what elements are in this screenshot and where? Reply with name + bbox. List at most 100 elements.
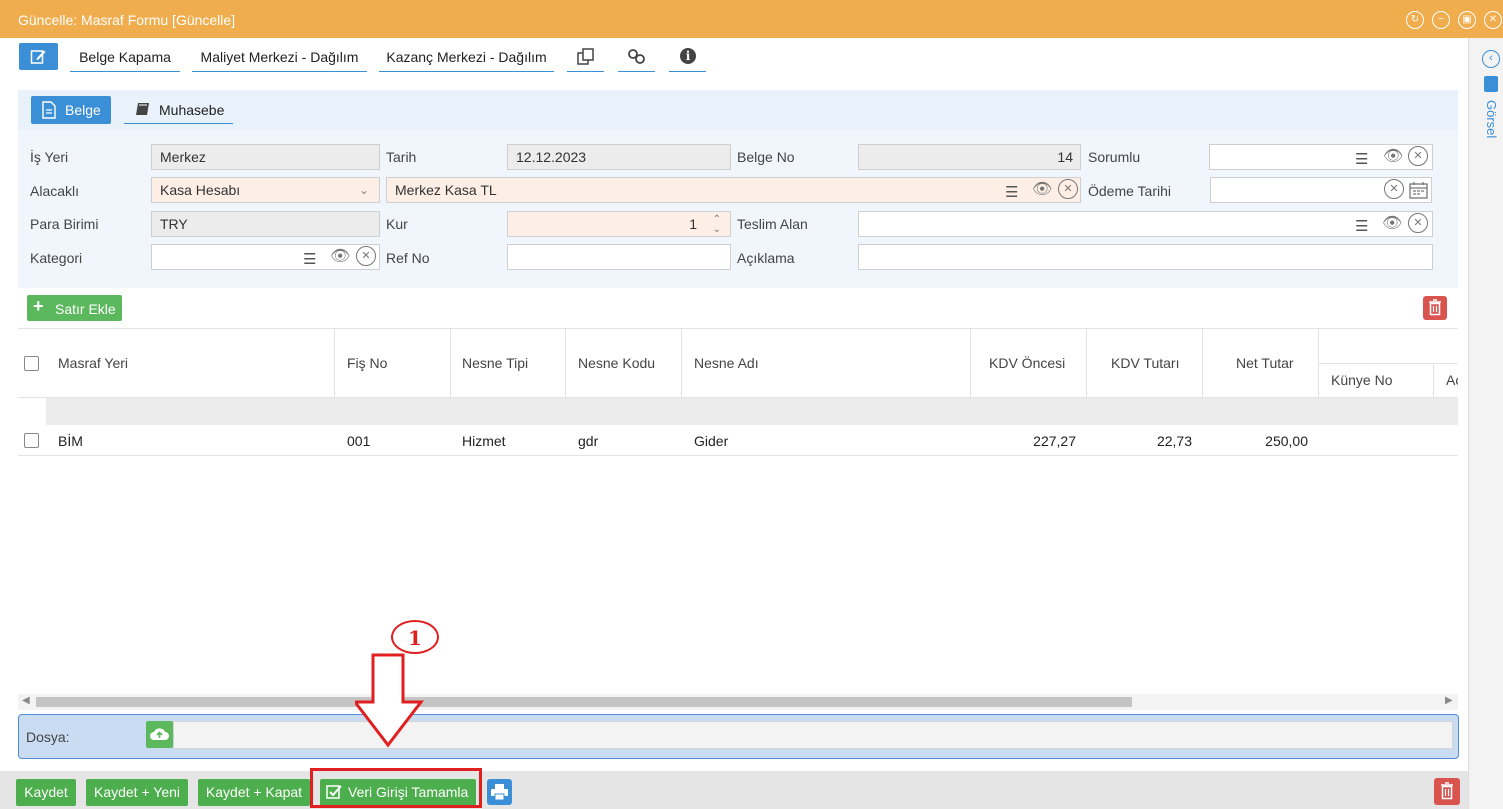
copy-button[interactable] bbox=[567, 42, 604, 72]
clear-icon[interactable]: ✕ bbox=[1058, 179, 1078, 199]
col-kunye-no[interactable]: Künye No bbox=[1331, 372, 1392, 388]
dosya-label: Dosya: bbox=[26, 729, 70, 745]
edit-button[interactable] bbox=[19, 43, 58, 70]
document-icon bbox=[42, 101, 56, 119]
odeme-tarihi-label: Ödeme Tarihi bbox=[1088, 183, 1172, 199]
delete-rows-button[interactable] bbox=[1423, 296, 1447, 320]
teslim-alan-field[interactable]: ☰ 👁 ✕ bbox=[858, 211, 1433, 237]
save-button[interactable]: Kaydet bbox=[16, 779, 76, 806]
scroll-left-icon[interactable]: ◀ bbox=[22, 695, 30, 706]
window-titlebar: Güncelle: Masraf Formu [Güncelle] ↻ − ▣ … bbox=[0, 0, 1503, 38]
eye-icon[interactable]: 👁 bbox=[1032, 178, 1052, 202]
eye-icon[interactable]: 👁 bbox=[330, 245, 350, 269]
teslim-alan-label: Teslim Alan bbox=[737, 216, 808, 232]
eye-icon[interactable]: 👁 bbox=[1382, 212, 1402, 236]
info-button[interactable]: i bbox=[669, 42, 706, 72]
is-yeri-field[interactable]: Merkez bbox=[151, 144, 380, 170]
alacakli-hesap-value: Merkez Kasa TL bbox=[395, 182, 497, 198]
chevron-down-icon[interactable]: ⌄ bbox=[359, 178, 369, 202]
cell-fis-no: 001 bbox=[347, 433, 371, 449]
minimize-icon[interactable]: − bbox=[1432, 11, 1450, 29]
maliyet-merkezi-button[interactable]: Maliyet Merkezi - Dağılım bbox=[192, 42, 367, 72]
tab-muhasebe[interactable]: Muhasebe bbox=[124, 96, 233, 124]
col-nesne-tipi[interactable]: Nesne Tipi bbox=[462, 355, 528, 371]
tab-muhasebe-label: Muhasebe bbox=[159, 102, 225, 118]
collapse-left-icon[interactable]: ‹ bbox=[1482, 50, 1500, 68]
sorumlu-field[interactable]: ☰ 👁 ✕ bbox=[1209, 144, 1433, 170]
image-icon[interactable] bbox=[1484, 76, 1498, 92]
tab-belge[interactable]: Belge bbox=[31, 96, 111, 124]
kategori-field[interactable]: ☰ 👁 ✕ bbox=[151, 244, 380, 270]
alacakli-hesap-field[interactable]: Merkez Kasa TL ☰ 👁 ✕ bbox=[386, 177, 1081, 203]
row-checkbox[interactable] bbox=[24, 433, 39, 448]
para-birimi-label: Para Birimi bbox=[30, 216, 99, 232]
col-masraf-yeri[interactable]: Masraf Yeri bbox=[58, 355, 128, 371]
aciklama-field[interactable] bbox=[858, 244, 1433, 270]
restore-icon[interactable]: ▣ bbox=[1458, 11, 1476, 29]
col-nesne-kodu[interactable]: Nesne Kodu bbox=[578, 355, 655, 371]
trash-icon bbox=[1441, 782, 1453, 800]
odeme-tarihi-field[interactable]: ✕ bbox=[1210, 177, 1432, 203]
save-new-button[interactable]: Kaydet + Yeni bbox=[86, 779, 188, 806]
col-nesne-adi[interactable]: Nesne Adı bbox=[694, 355, 759, 371]
alacakli-label: Alacaklı bbox=[30, 183, 80, 199]
annotation-number: 1 bbox=[408, 626, 422, 650]
clear-icon[interactable]: ✕ bbox=[1408, 146, 1428, 166]
info-icon: i bbox=[680, 48, 696, 64]
belge-no-field[interactable]: 14 bbox=[858, 144, 1081, 170]
add-row-button[interactable]: + Satır Ekle bbox=[27, 295, 122, 321]
alacakli-value: Kasa Hesabı bbox=[160, 182, 241, 198]
clear-icon[interactable]: ✕ bbox=[1384, 179, 1404, 199]
trash-icon bbox=[1429, 299, 1441, 316]
col-ac[interactable]: Ac bbox=[1446, 372, 1458, 388]
kazanc-merkezi-button[interactable]: Kazanç Merkezi - Dağılım bbox=[379, 42, 554, 72]
annotation-arrow bbox=[355, 653, 425, 748]
tab-bar bbox=[18, 90, 1458, 130]
filter-row[interactable] bbox=[46, 398, 1458, 425]
window-title: Güncelle: Masraf Formu [Güncelle] bbox=[18, 12, 236, 28]
plus-icon: + bbox=[33, 296, 44, 316]
alacakli-select[interactable]: Kasa Hesabı ⌄ bbox=[151, 177, 380, 203]
link-button[interactable] bbox=[618, 42, 655, 72]
eye-icon[interactable]: 👁 bbox=[1383, 145, 1403, 169]
calendar-icon[interactable] bbox=[1409, 181, 1428, 199]
tarih-field[interactable]: 12.12.2023 bbox=[507, 144, 731, 170]
col-fis-no[interactable]: Fiş No bbox=[347, 355, 387, 371]
kur-label: Kur bbox=[386, 216, 408, 232]
edit-icon bbox=[30, 50, 46, 64]
clear-icon[interactable]: ✕ bbox=[356, 246, 376, 266]
kategori-label: Kategori bbox=[30, 250, 83, 266]
link-icon bbox=[628, 49, 645, 64]
group-divider bbox=[1319, 363, 1458, 364]
col-kdv-oncesi[interactable]: KDV Öncesi bbox=[989, 355, 1065, 371]
print-button[interactable] bbox=[487, 779, 512, 805]
col-net-tutar[interactable]: Net Tutar bbox=[1236, 355, 1294, 371]
col-kdv-tutari[interactable]: KDV Tutarı bbox=[1111, 355, 1179, 371]
refresh-icon[interactable]: ↻ bbox=[1406, 11, 1424, 29]
close-icon[interactable]: ✕ bbox=[1484, 11, 1502, 29]
select-all-checkbox[interactable] bbox=[24, 356, 39, 371]
list-icon[interactable]: ☰ bbox=[303, 248, 316, 272]
scroll-thumb[interactable] bbox=[36, 697, 1132, 707]
highlight-box bbox=[310, 768, 482, 808]
belge-kapama-button[interactable]: Belge Kapama bbox=[70, 42, 180, 72]
col-divider bbox=[334, 328, 335, 398]
save-close-button[interactable]: Kaydet + Kapat bbox=[198, 779, 310, 806]
clear-icon[interactable]: ✕ bbox=[1408, 213, 1428, 233]
col-divider bbox=[681, 328, 682, 398]
list-icon[interactable]: ☰ bbox=[1005, 181, 1018, 205]
horizontal-scrollbar[interactable]: ◀ ▶ bbox=[18, 694, 1458, 710]
list-icon[interactable]: ☰ bbox=[1355, 148, 1368, 172]
scroll-right-icon[interactable]: ▶ bbox=[1445, 695, 1453, 706]
cell-masraf-yeri: BİM bbox=[58, 433, 83, 449]
upload-button[interactable] bbox=[146, 721, 173, 748]
stepper-down-icon[interactable]: ⌄ bbox=[713, 218, 721, 242]
list-icon[interactable]: ☰ bbox=[1355, 215, 1368, 239]
cell-nesne-kodu: gdr bbox=[578, 433, 599, 449]
ref-no-field[interactable] bbox=[507, 244, 731, 270]
para-birimi-field[interactable]: TRY bbox=[151, 211, 380, 237]
delete-button[interactable] bbox=[1434, 778, 1460, 805]
gorsel-tab[interactable]: Görsel bbox=[1483, 100, 1499, 160]
kur-stepper[interactable]: 1 ⌃ ⌄ bbox=[507, 211, 731, 237]
file-upload-area: Dosya: bbox=[18, 714, 1459, 759]
